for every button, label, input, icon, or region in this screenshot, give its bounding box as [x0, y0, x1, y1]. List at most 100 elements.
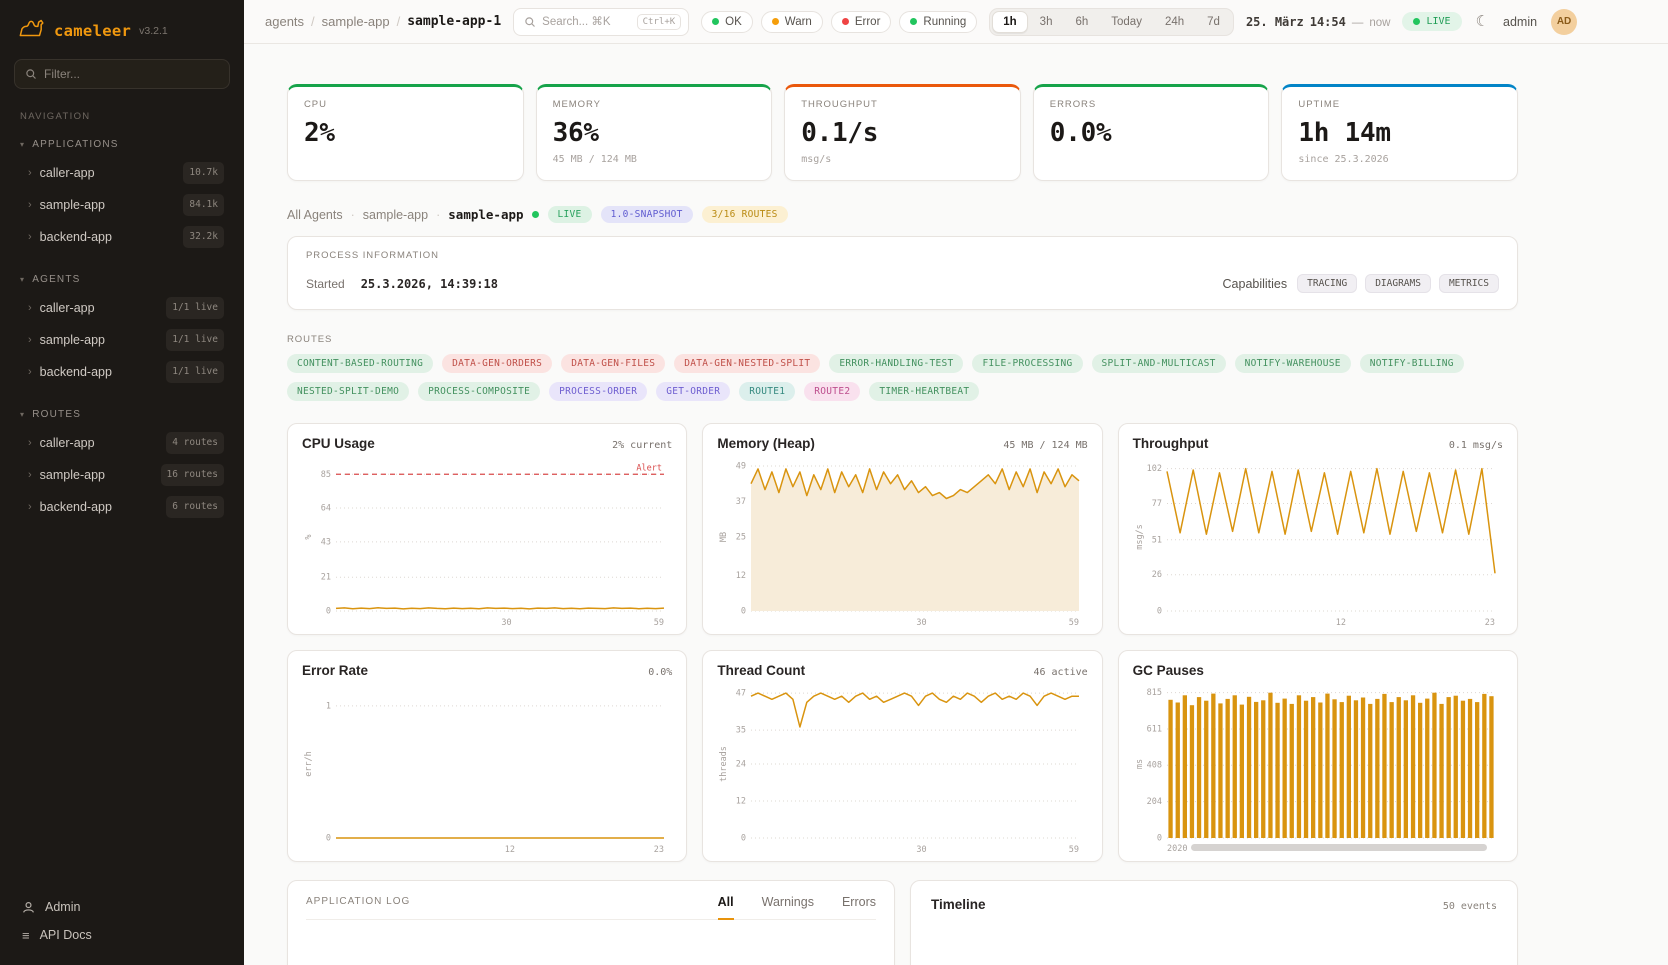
time-range-6h[interactable]: 6h [1064, 11, 1099, 33]
item-badge: 1/1 live [166, 329, 224, 351]
sidebar-item-routes-backend-app[interactable]: ›backend-app6 routes [12, 491, 232, 523]
camel-logo-icon [18, 18, 46, 43]
route-chip-process-composite[interactable]: PROCESS-COMPOSITE [418, 382, 540, 401]
chart-svg-memory: 012253749MB3059 [717, 453, 1087, 628]
stats-row: CPU2%MEMORY36%45 MB / 124 MBTHROUGHPUT0.… [287, 84, 1518, 181]
breadcrumb-agents[interactable]: agents [265, 14, 304, 29]
route-chip-split-and-multicast[interactable]: SPLIT-AND-MULTICAST [1092, 354, 1226, 373]
capability-chip-metrics: METRICS [1439, 274, 1499, 293]
svg-text:0: 0 [1157, 607, 1162, 617]
search-input[interactable] [542, 16, 630, 28]
menu-icon: ≡ [22, 929, 30, 942]
sidebar-section-header-routes[interactable]: ▾ROUTES [12, 404, 232, 427]
footer-label: API Docs [40, 926, 92, 944]
stat-sub: since 25.3.2026 [1298, 154, 1501, 165]
route-chip-data-gen-orders[interactable]: DATA-GEN-ORDERS [442, 354, 552, 373]
route-chip-timer-heartbeat[interactable]: TIMER-HEARTBEAT [869, 382, 979, 401]
routes-count-badge: 3/16 ROUTES [702, 206, 788, 223]
avatar[interactable]: AD [1551, 9, 1577, 35]
item-badge: 4 routes [166, 432, 224, 454]
log-tab-errors[interactable]: Errors [842, 895, 876, 920]
status-dot [910, 18, 917, 25]
chart-title: GC Pauses [1133, 663, 1204, 678]
route-chip-content-based-routing[interactable]: CONTENT-BASED-ROUTING [287, 354, 433, 373]
filter-chip-label: Warn [785, 16, 812, 28]
process-info-card: PROCESS INFORMATION Started 25.3.2026, 1… [287, 236, 1518, 310]
sidebar-footer-api-docs[interactable]: ≡ API Docs [12, 921, 232, 949]
chart-card-gc-pauses: GC Pauses0204408611815ms2020 [1118, 650, 1518, 862]
route-chip-process-order[interactable]: PROCESS-ORDER [549, 382, 647, 401]
chart-header: CPU Usage2% current [302, 436, 672, 451]
context-crumb-1[interactable]: sample-app [363, 208, 428, 222]
route-chip-data-gen-files[interactable]: DATA-GEN-FILES [561, 354, 665, 373]
chart-value: 46 active [1033, 667, 1087, 678]
filter-chip-warn[interactable]: Warn [761, 11, 823, 33]
item-label: backend-app [40, 498, 112, 516]
route-chip-file-processing[interactable]: FILE-PROCESSING [972, 354, 1082, 373]
status-dot [712, 18, 719, 25]
route-chip-get-order[interactable]: GET-ORDER [656, 382, 730, 401]
breadcrumb-sample-app[interactable]: sample-app [322, 14, 390, 29]
time-range-24h[interactable]: 24h [1154, 11, 1195, 33]
chevron-down-icon: ▾ [20, 275, 25, 284]
sidebar-item-routes-sample-app[interactable]: ›sample-app16 routes [12, 459, 232, 491]
bottom-row: APPLICATION LOG AllWarningsErrors Timeli… [287, 880, 1518, 965]
sidebar-item-routes-caller-app[interactable]: ›caller-app4 routes [12, 427, 232, 459]
route-chip-notify-billing[interactable]: NOTIFY-BILLING [1360, 354, 1464, 373]
time-range-display[interactable]: 25. März 14:54 — now [1246, 15, 1391, 29]
search-box[interactable]: Ctrl+K [513, 8, 689, 36]
dark-mode-toggle[interactable]: ☾ [1476, 14, 1489, 29]
filter-chip-running[interactable]: Running [899, 11, 977, 33]
sidebar-item-applications-backend-app[interactable]: ›backend-app32.2k [12, 221, 232, 253]
log-tab-all[interactable]: All [718, 895, 734, 920]
stat-value: 36% [553, 118, 756, 148]
route-chip-notify-warehouse[interactable]: NOTIFY-WAREHOUSE [1235, 354, 1351, 373]
log-tab-warnings[interactable]: Warnings [762, 895, 814, 920]
sidebar-item-applications-sample-app[interactable]: ›sample-app84.1k [12, 189, 232, 221]
timeline-events-count: 50 events [1443, 901, 1497, 912]
route-chip-route2[interactable]: ROUTE2 [804, 382, 860, 401]
sidebar-item-agents-backend-app[interactable]: ›backend-app1/1 live [12, 356, 232, 388]
date-label: 25. März [1246, 15, 1304, 29]
sidebar-filter[interactable] [14, 59, 230, 89]
status-filters: OK Warn Error Running [701, 11, 977, 33]
sidebar-item-agents-caller-app[interactable]: ›caller-app1/1 live [12, 292, 232, 324]
context-crumb-0[interactable]: All Agents [287, 208, 343, 222]
stat-value: 1h 14m [1298, 118, 1501, 148]
chevron-right-icon: › [28, 434, 32, 452]
sidebar-section-header-applications[interactable]: ▾APPLICATIONS [12, 134, 232, 157]
route-chip-nested-split-demo[interactable]: NESTED-SPLIT-DEMO [287, 382, 409, 401]
svg-text:0: 0 [741, 607, 746, 617]
time-range-7d[interactable]: 7d [1196, 11, 1231, 33]
live-badge[interactable]: LIVE [1402, 12, 1461, 31]
chevron-right-icon: › [28, 466, 32, 484]
route-chip-data-gen-nested-split[interactable]: DATA-GEN-NESTED-SPLIT [674, 354, 820, 373]
time-range-group: 1h3h6hToday24h7d [989, 8, 1234, 36]
route-chip-route1[interactable]: ROUTE1 [739, 382, 795, 401]
time-range-1h[interactable]: 1h [992, 11, 1027, 33]
stat-label: CPU [304, 99, 507, 110]
sidebar-item-applications-caller-app[interactable]: ›caller-app10.7k [12, 157, 232, 189]
page-content: CPU2%MEMORY36%45 MB / 124 MBTHROUGHPUT0.… [244, 44, 1668, 965]
svg-text:35: 35 [736, 726, 746, 736]
topbar: agents/sample-app/sample-app-1 Ctrl+K OK… [244, 0, 1668, 44]
svg-text:23: 23 [1484, 618, 1494, 628]
sidebar: cameleer v3.2.1 NAVIGATION ▾APPLICATIONS… [0, 0, 244, 965]
svg-text:err/h: err/h [304, 751, 314, 777]
svg-text:30: 30 [917, 618, 927, 628]
filter-chip-label: Running [923, 16, 966, 28]
filter-chip-ok[interactable]: OK [701, 11, 753, 33]
app-logo[interactable]: cameleer v3.2.1 [12, 12, 232, 59]
route-chip-error-handling-test[interactable]: ERROR-HANDLING-TEST [829, 354, 963, 373]
time-range-3h[interactable]: 3h [1029, 11, 1064, 33]
sidebar-footer-admin[interactable]: Admin [12, 893, 232, 921]
svg-text:23: 23 [654, 845, 664, 855]
sidebar-section-header-agents[interactable]: ▾AGENTS [12, 269, 232, 292]
filter-chip-error[interactable]: Error [831, 11, 892, 33]
chart-svg-cpu: 021436485%3059Alert [302, 453, 672, 628]
timeline-header: Timeline 50 events [931, 897, 1497, 912]
sidebar-filter-input[interactable] [44, 67, 219, 81]
time-range-today[interactable]: Today [1100, 11, 1153, 33]
sidebar-item-agents-sample-app[interactable]: ›sample-app1/1 live [12, 324, 232, 356]
chevron-right-icon: › [28, 363, 32, 381]
